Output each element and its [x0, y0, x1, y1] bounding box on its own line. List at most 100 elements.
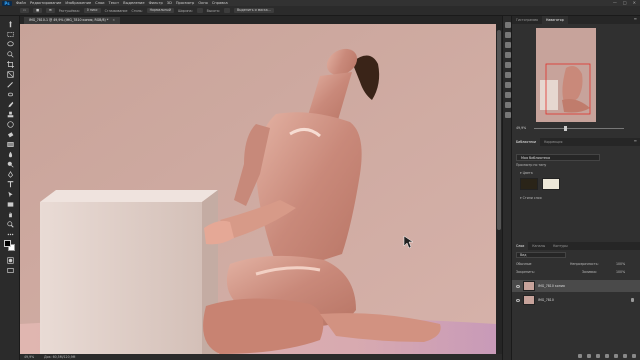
rectangle-tool-icon[interactable]: [4, 200, 16, 208]
select-and-mask-button[interactable]: Выделить и маска...: [233, 8, 274, 13]
fill-value[interactable]: 100%: [616, 270, 625, 274]
close-tab-icon[interactable]: ×: [112, 18, 115, 22]
frame-tool-icon[interactable]: [4, 70, 16, 78]
layer-name[interactable]: IMG_7810: [538, 298, 554, 302]
layer-row[interactable]: IMG_7810 копия: [512, 280, 640, 292]
pen-tool-icon[interactable]: [4, 170, 16, 178]
navigator-zoom-value[interactable]: 49,9%: [516, 126, 526, 130]
visibility-eye-icon[interactable]: [516, 298, 520, 302]
menu-layers[interactable]: Слои: [95, 1, 104, 5]
lasso-tool-icon[interactable]: [4, 40, 16, 48]
menu-view[interactable]: Просмотр: [176, 1, 194, 5]
menu-help[interactable]: Справка: [212, 1, 228, 5]
tab-paths[interactable]: Контуры: [549, 242, 572, 250]
paragraph-panel-icon[interactable]: [505, 72, 511, 78]
tab-libraries[interactable]: Библиотеки: [512, 138, 541, 146]
clone-stamp-tool-icon[interactable]: [4, 110, 16, 118]
library-color-light[interactable]: [542, 178, 560, 190]
feather-label: Растушёвка:: [58, 8, 80, 13]
menu-type[interactable]: Текст: [109, 1, 120, 5]
width-input[interactable]: [196, 8, 203, 13]
quick-mask-icon[interactable]: [4, 256, 16, 264]
tab-navigator[interactable]: Навигатор: [542, 16, 568, 24]
link-layers-icon[interactable]: [578, 354, 582, 358]
new-group-icon[interactable]: [614, 354, 618, 358]
menu-edit[interactable]: Редактирование: [30, 1, 61, 5]
quick-select-tool-icon[interactable]: [4, 50, 16, 58]
foreground-color-swatch[interactable]: [4, 240, 11, 247]
tab-histogram[interactable]: Гистограмма: [512, 16, 542, 24]
menu-3d[interactable]: 3D: [167, 1, 172, 5]
delete-layer-icon[interactable]: [632, 354, 636, 358]
tab-layers[interactable]: Слои: [512, 242, 529, 250]
screen-mode-icon[interactable]: [4, 266, 16, 274]
add-selection-icon[interactable]: ⊞: [46, 8, 55, 13]
path-selection-tool-icon[interactable]: [4, 190, 16, 198]
move-tool-icon[interactable]: [4, 20, 16, 28]
library-color-dark[interactable]: [520, 178, 538, 190]
close-window-button[interactable]: ✕: [633, 0, 636, 5]
menu-window[interactable]: Окно: [198, 1, 208, 5]
menu-select[interactable]: Выделение: [123, 1, 144, 5]
glyphs-panel-icon[interactable]: [505, 82, 511, 88]
menu-file[interactable]: Файл: [16, 1, 26, 5]
marquee-tool-preset[interactable]: ▭: [20, 8, 30, 13]
tab-adjustments[interactable]: Коррекция: [540, 138, 566, 146]
more-tools-icon[interactable]: [4, 230, 16, 238]
menu-filter[interactable]: Фильтр: [149, 1, 163, 5]
add-mask-icon[interactable]: [596, 354, 600, 358]
marquee-tool-icon[interactable]: [4, 30, 16, 38]
layer-filter-input[interactable]: Вид: [516, 252, 566, 258]
brush-settings-icon[interactable]: [505, 52, 511, 58]
history-panel-icon[interactable]: [505, 22, 511, 28]
zoom-level[interactable]: 49,9%: [24, 355, 34, 359]
library-view-mode[interactable]: Просмотр по типу: [516, 163, 546, 167]
type-tool-icon[interactable]: [4, 180, 16, 188]
eraser-tool-icon[interactable]: [4, 130, 16, 138]
character-panel-icon[interactable]: [505, 62, 511, 68]
crop-tool-icon[interactable]: [4, 60, 16, 68]
panel-menu-icon[interactable]: ≡: [634, 16, 637, 21]
minimize-button[interactable]: —: [613, 0, 617, 5]
history-brush-tool-icon[interactable]: [4, 120, 16, 128]
layer-name[interactable]: IMG_7810 копия: [538, 284, 565, 288]
layer-row[interactable]: IMG_7810: [512, 294, 640, 306]
scrollbar-thumb[interactable]: [497, 30, 501, 230]
style-dropdown[interactable]: Нормальный: [146, 8, 174, 13]
blur-tool-icon[interactable]: [4, 150, 16, 158]
maximize-button[interactable]: □: [623, 0, 627, 5]
tab-channels[interactable]: Каналы: [528, 242, 549, 250]
library-select[interactable]: Моя библиотека: [516, 154, 600, 161]
navigator-zoom-slider[interactable]: [534, 126, 624, 131]
hand-tool-icon[interactable]: [4, 210, 16, 218]
new-selection-icon[interactable]: ■: [33, 8, 43, 13]
gradient-tool-icon[interactable]: [4, 140, 16, 148]
eyedropper-tool-icon[interactable]: [4, 80, 16, 88]
library-colors-header[interactable]: ▾ Цвета: [520, 171, 533, 175]
layer-style-icon[interactable]: [587, 354, 591, 358]
navigator-thumbnail[interactable]: [536, 28, 596, 122]
zoom-tool-icon[interactable]: [4, 220, 16, 228]
paths-panel-icon[interactable]: [505, 102, 511, 108]
visibility-eye-icon[interactable]: [516, 284, 520, 288]
feather-input[interactable]: 0 пикс: [83, 8, 101, 13]
document-canvas[interactable]: [20, 24, 496, 354]
dodge-tool-icon[interactable]: [4, 160, 16, 168]
opacity-value[interactable]: 100%: [616, 262, 625, 266]
antialias-label[interactable]: Сглаживание: [105, 9, 128, 13]
menu-image[interactable]: Изображение: [65, 1, 91, 5]
properties-panel-icon[interactable]: [505, 42, 511, 48]
library-styles-header[interactable]: ▾ Стили слоя: [520, 196, 542, 200]
swatches-panel-icon[interactable]: [505, 92, 511, 98]
slider-knob[interactable]: [564, 126, 567, 131]
new-layer-icon[interactable]: [623, 354, 627, 358]
document-tab[interactable]: IMG_7810-1 @ 49,9% (IMG_7810 копия, RGB/…: [24, 17, 120, 24]
libraries-menu-icon[interactable]: ≡: [634, 138, 637, 143]
height-input[interactable]: [223, 8, 230, 13]
healing-brush-tool-icon[interactable]: [4, 90, 16, 98]
actions-panel-icon[interactable]: [505, 32, 511, 38]
blend-mode-select[interactable]: Обычные: [516, 262, 531, 266]
styles-panel-icon[interactable]: [505, 112, 511, 118]
brush-tool-icon[interactable]: [4, 100, 16, 108]
adjustment-layer-icon[interactable]: [605, 354, 609, 358]
